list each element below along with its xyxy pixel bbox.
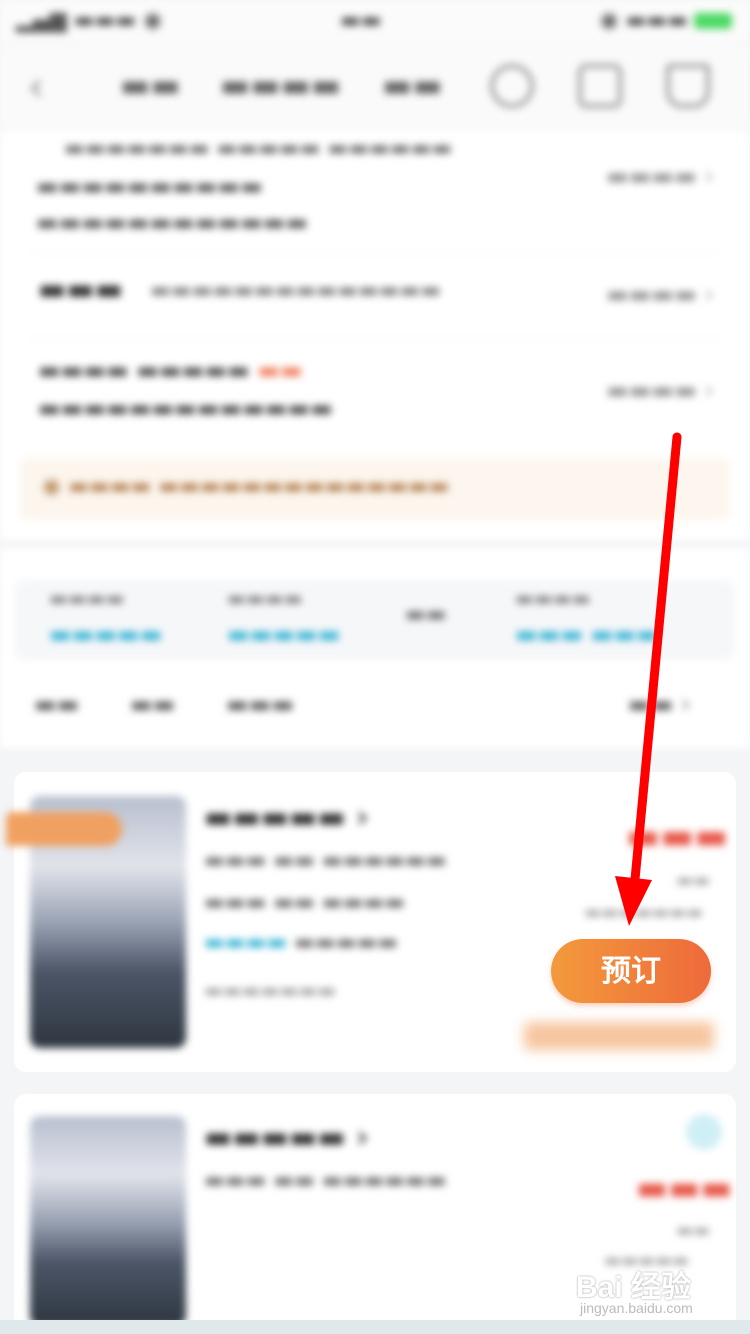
watermark-url: jingyan.baidu.com [580, 1300, 693, 1316]
facility-line: ▬▬▬▬▬▬▬▬▬▬▬▬▬ [38, 394, 333, 422]
price-note: ▬▬ [676, 870, 711, 891]
bottom-strip [0, 1320, 750, 1334]
facility-line: ▬▬▬▬ ▬▬▬▬▬ ▬▬ [38, 356, 303, 384]
checkin-label: ▬▬▬▬ [49, 586, 125, 610]
room-price: ▬▬▬ [636, 1168, 733, 1208]
checkout-date[interactable]: ▬▬▬▬▬ [227, 620, 340, 648]
reviews-link[interactable]: ▬▬▬▬ › [606, 280, 714, 308]
room-card[interactable]: ▬▬▬▬▬ › ▬▬▬ ▬▬ ▬▬▬▬▬▬ ▬▬▬ ▬▬ ▬▬▬▬ ▬▬▬▬ ▬… [14, 772, 736, 1072]
price-note: ▬▬ [676, 1220, 711, 1241]
guest-value[interactable]: ▬▬▬ ▬▬▬ [515, 620, 659, 648]
room-image-badge [6, 812, 122, 846]
rating-score: ▬▬▬ [38, 272, 124, 307]
baidu-watermark: Bai 经验 jingyan.baidu.com [576, 1262, 726, 1322]
address-line: ▬▬▬▬▬▬▬ ▬▬▬▬▬ ▬▬▬▬▬▬ [64, 136, 453, 161]
room-name[interactable]: ▬▬▬▬▬ › [204, 1120, 369, 1155]
battery-icon [694, 13, 732, 29]
paw-icon [686, 1114, 722, 1150]
date-filter[interactable]: ▬▬▬▬ ▬▬▬▬▬ ▬▬▬▬ ▬▬▬▬▬ ▬▬ ▬▬▬▬ ▬▬▬ ▬▬▬ [15, 580, 735, 660]
status-bar: ▂▄▆ ▬▬▬ ◉ ▬▬ ◉ ▬▬▬ [0, 0, 750, 44]
room-image[interactable] [30, 1116, 186, 1326]
share-icon[interactable] [578, 64, 622, 108]
room-specs: ▬▬▬ ▬▬ ▬▬▬▬▬▬ [204, 1168, 447, 1193]
filter-more[interactable]: ▬▬ › [628, 690, 691, 718]
room-specs: ▬▬▬ ▬▬ ▬▬▬▬▬▬ [204, 848, 447, 873]
book-button[interactable]: 预订 [551, 939, 711, 1003]
price-note: ▬▬▬▬▬▬▬ [584, 902, 704, 923]
nav-bar: ‹ ▬▬ ▬▬▬▬ ▬▬ [0, 44, 750, 131]
guest-label: ▬▬▬▬ [515, 586, 591, 610]
tab-item[interactable]: ▬▬ [382, 66, 442, 104]
room-tag: ▬▬▬▬ ▬▬▬▬▬ [204, 930, 399, 955]
checkin-date[interactable]: ▬▬▬▬▬ [49, 620, 162, 648]
rating-summary: ▬▬▬▬▬▬▬▬▬▬▬▬▬▬ [150, 278, 442, 303]
filter-icon[interactable] [666, 64, 710, 108]
notice-text: ◉ ▬▬▬▬ ▬▬▬▬▬▬▬▬▬▬▬▬▬▬ [42, 474, 450, 499]
tab-item[interactable]: ▬▬▬▬ [220, 66, 341, 104]
filter-chip[interactable]: ▬▬▬ [226, 690, 294, 718]
tab-item[interactable]: ▬▬ [120, 66, 180, 104]
notice-bar[interactable]: ◉ ▬▬▬▬ ▬▬▬▬▬▬▬▬▬▬▬▬▬▬ [20, 458, 730, 520]
room-price: ▬▬▬ [626, 816, 729, 857]
map-link[interactable]: ▬▬▬▬ › [606, 162, 714, 190]
room-provider: ▬▬▬▬▬▬▬ [204, 978, 337, 1002]
filter-chip[interactable]: ▬▬ [34, 690, 79, 718]
checkout-label: ▬▬▬▬ [227, 586, 303, 610]
facilities-link[interactable]: ▬▬▬▬ › [606, 376, 714, 404]
heart-icon[interactable] [490, 64, 534, 108]
battery-status: ◉ ▬▬▬ [599, 8, 732, 33]
room-specs: ▬▬▬ ▬▬ ▬▬▬▬ [204, 890, 406, 915]
distance-line: ▬▬▬▬▬▬▬▬▬▬▬▬ [36, 208, 309, 236]
distance-line: ▬▬▬▬▬▬▬▬▬▬ [36, 172, 263, 200]
carrier-signal: ▂▄▆ ▬▬▬ ◉ [16, 8, 163, 33]
room-name[interactable]: ▬▬▬▬▬ › [204, 800, 369, 835]
promo-strip [524, 1022, 714, 1050]
back-icon[interactable]: ‹ [28, 64, 44, 110]
nights-count: ▬▬ [405, 602, 447, 627]
filter-chip[interactable]: ▬▬ [130, 690, 175, 718]
status-time: ▬▬ [340, 8, 382, 33]
